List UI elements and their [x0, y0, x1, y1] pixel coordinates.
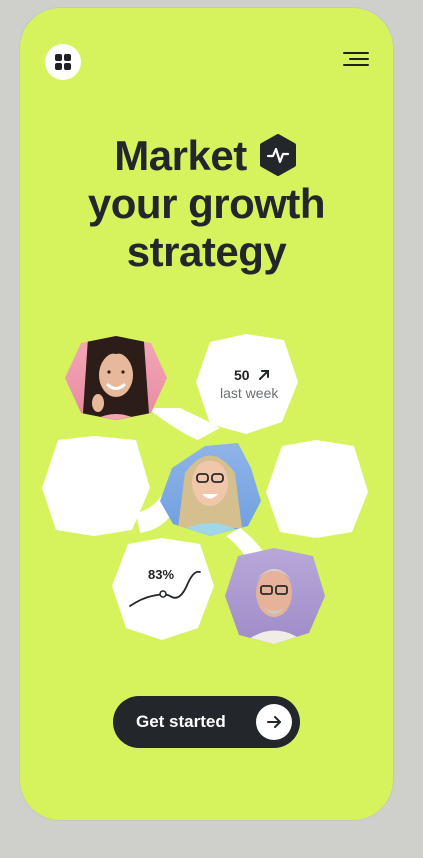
percent-value: 83%	[148, 567, 175, 582]
white-hex-left	[42, 436, 150, 536]
avatar-woman-pink	[65, 336, 167, 420]
app-screen: Market your growth strategy 50 last week…	[20, 8, 393, 820]
stat-hex-weekly	[196, 334, 298, 434]
weekly-label: last week	[220, 385, 279, 401]
weekly-value: 50	[234, 367, 250, 383]
white-hex-right	[266, 440, 368, 538]
avatar-man-lavender	[225, 548, 325, 644]
stat-hex-percent	[112, 538, 214, 640]
get-started-button[interactable]: Get started	[113, 696, 300, 748]
arrow-right-icon	[256, 704, 292, 740]
get-started-label: Get started	[136, 712, 226, 731]
trend-point	[159, 590, 167, 598]
